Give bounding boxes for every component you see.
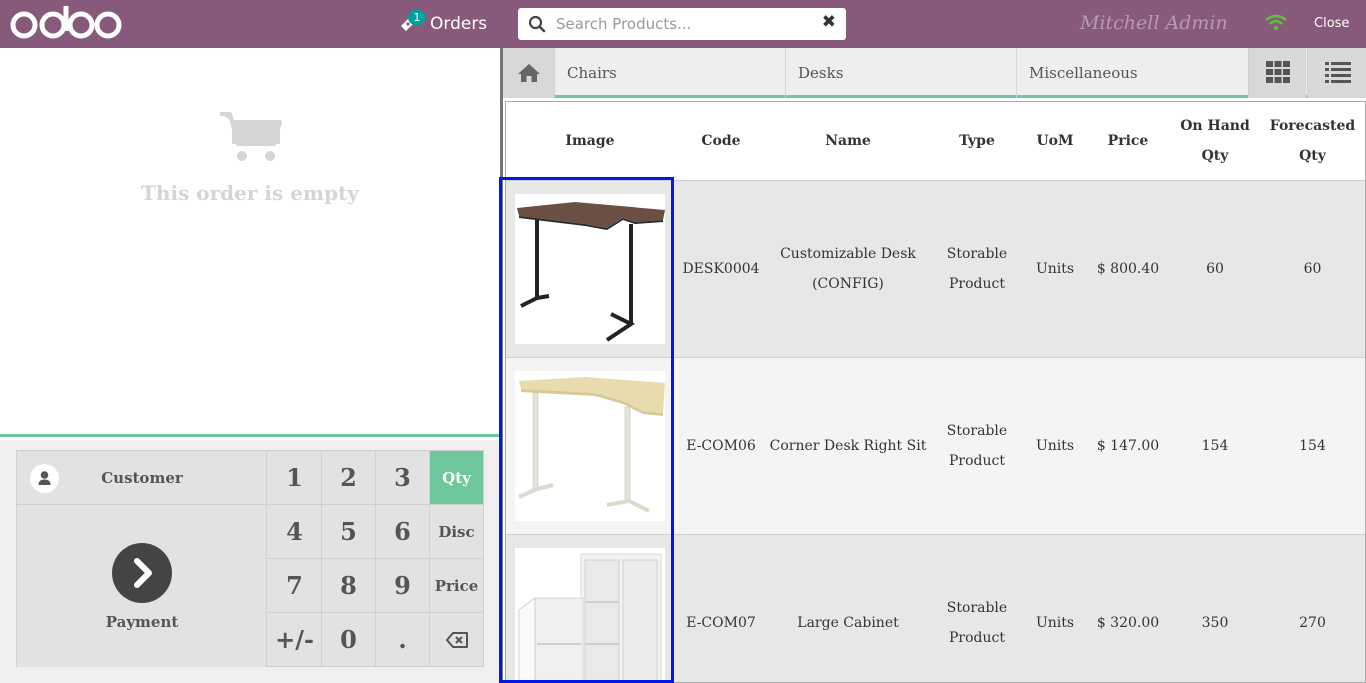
chevron-right-icon bbox=[112, 543, 172, 603]
payment-button[interactable]: Payment bbox=[17, 505, 267, 667]
mode-price-button[interactable]: Price bbox=[430, 559, 484, 613]
order-lines-area: This order is empty bbox=[0, 48, 500, 437]
product-uom: Units bbox=[1026, 534, 1084, 682]
column-header-name: Name bbox=[768, 102, 928, 181]
product-code: E-COM06 bbox=[674, 357, 768, 535]
home-icon bbox=[518, 64, 540, 82]
top-bar: 1 Orders ✖ Mitchell Admin Close bbox=[0, 0, 1366, 48]
list-icon bbox=[1325, 62, 1351, 83]
numpad-key-9[interactable]: 9 bbox=[376, 559, 430, 613]
backspace-icon bbox=[445, 632, 468, 648]
product-price: $ 320.00 bbox=[1084, 534, 1172, 682]
customer-button[interactable]: Customer bbox=[17, 451, 267, 505]
numpad-key-plus-minus[interactable]: +/- bbox=[268, 613, 322, 667]
control-pad-area: Customer Payment 1 2 3 Qty 4 5 6 Disc 7 … bbox=[0, 440, 500, 683]
product-on-hand-qty: 154 bbox=[1172, 357, 1258, 535]
numpad-key-0[interactable]: 0 bbox=[322, 613, 376, 667]
numpad-key-8[interactable]: 8 bbox=[322, 559, 376, 613]
product-name: Customizable Desk (CONFIG) bbox=[768, 180, 928, 358]
numpad-key-5[interactable]: 5 bbox=[322, 505, 376, 559]
category-bar: Chairs Desks Miscellaneous bbox=[503, 48, 1366, 98]
table-row[interactable]: DESK0004 Customizable Desk (CONFIG) Stor… bbox=[506, 180, 1365, 358]
product-type: Storable Product bbox=[928, 357, 1026, 535]
desk-image bbox=[515, 193, 665, 344]
grid-view-button[interactable] bbox=[1248, 48, 1306, 98]
table-header-row: Image Code Name Type UoM Price On Hand Q… bbox=[506, 102, 1365, 181]
home-category-button[interactable] bbox=[503, 48, 555, 98]
odoo-logo bbox=[10, 6, 122, 39]
numpad-key-4[interactable]: 4 bbox=[268, 505, 322, 559]
corner-desk-image bbox=[515, 370, 665, 521]
column-header-forecasted-qty: Forecasted Qty bbox=[1258, 102, 1365, 181]
cabinet-image bbox=[515, 547, 665, 682]
product-search-box: ✖ bbox=[518, 8, 846, 40]
product-image-cell[interactable] bbox=[506, 534, 674, 682]
table-row[interactable]: E-COM07 Large Cabinet Storable Product U… bbox=[506, 534, 1365, 682]
backspace-button[interactable] bbox=[430, 613, 484, 667]
column-header-on-hand-qty: On Hand Qty bbox=[1172, 102, 1258, 181]
numpad-key-7[interactable]: 7 bbox=[268, 559, 322, 613]
search-input[interactable] bbox=[556, 12, 816, 36]
wifi-icon bbox=[1265, 14, 1287, 31]
category-miscellaneous[interactable]: Miscellaneous bbox=[1017, 48, 1248, 98]
column-header-code: Code bbox=[674, 102, 768, 181]
column-header-image: Image bbox=[506, 102, 674, 181]
product-list: Image Code Name Type UoM Price On Hand Q… bbox=[505, 101, 1366, 683]
clear-search-icon[interactable]: ✖ bbox=[822, 12, 836, 32]
orders-count-badge: 1 bbox=[408, 10, 426, 25]
column-header-uom: UoM bbox=[1026, 102, 1084, 181]
product-type: Storable Product bbox=[928, 534, 1026, 682]
payment-label: Payment bbox=[105, 613, 179, 631]
product-code: DESK0004 bbox=[674, 180, 768, 358]
product-type: Storable Product bbox=[928, 180, 1026, 358]
list-view-button[interactable] bbox=[1307, 48, 1366, 98]
product-image-cell[interactable] bbox=[506, 357, 674, 535]
product-image-cell[interactable] bbox=[506, 180, 674, 358]
product-forecasted-qty: 270 bbox=[1258, 534, 1365, 682]
customer-label: Customer bbox=[101, 469, 183, 487]
product-price: $ 147.00 bbox=[1084, 357, 1172, 535]
numpad-key-6[interactable]: 6 bbox=[376, 505, 430, 559]
product-uom: Units bbox=[1026, 180, 1084, 358]
product-code: E-COM07 bbox=[674, 534, 768, 682]
mode-qty-button[interactable]: Qty bbox=[430, 451, 484, 505]
numpad-key-3[interactable]: 3 bbox=[376, 451, 430, 505]
order-pane: This order is empty Customer Payment 1 2… bbox=[0, 48, 500, 683]
products-pane: Chairs Desks Miscellaneous Image Code Na… bbox=[500, 48, 1366, 683]
orders-button[interactable]: 1 Orders bbox=[398, 0, 487, 48]
control-pad: Customer Payment 1 2 3 Qty 4 5 6 Disc 7 … bbox=[16, 450, 484, 667]
cart-icon bbox=[220, 112, 282, 161]
mode-disc-button[interactable]: Disc bbox=[430, 505, 484, 559]
product-price: $ 800.40 bbox=[1084, 180, 1172, 358]
column-header-type: Type bbox=[928, 102, 1026, 181]
numpad-key-dot[interactable]: . bbox=[376, 613, 430, 667]
product-on-hand-qty: 60 bbox=[1172, 180, 1258, 358]
category-desks[interactable]: Desks bbox=[786, 48, 1017, 98]
product-name: Corner Desk Right Sit bbox=[768, 357, 928, 535]
table-row[interactable]: E-COM06 Corner Desk Right Sit Storable P… bbox=[506, 357, 1365, 535]
category-chairs[interactable]: Chairs bbox=[555, 48, 786, 98]
column-header-price: Price bbox=[1084, 102, 1172, 181]
product-forecasted-qty: 154 bbox=[1258, 357, 1365, 535]
orders-label: Orders bbox=[430, 14, 488, 34]
product-name: Large Cabinet bbox=[768, 534, 928, 682]
empty-order-message: This order is empty bbox=[141, 181, 359, 205]
product-on-hand-qty: 350 bbox=[1172, 534, 1258, 682]
product-table: Image Code Name Type UoM Price On Hand Q… bbox=[506, 102, 1365, 682]
product-uom: Units bbox=[1026, 357, 1084, 535]
numpad-key-1[interactable]: 1 bbox=[268, 451, 322, 505]
user-name: Mitchell Admin bbox=[1080, 12, 1228, 34]
product-forecasted-qty: 60 bbox=[1258, 180, 1365, 358]
grid-icon bbox=[1266, 61, 1290, 83]
search-icon bbox=[528, 15, 546, 33]
numpad-key-2[interactable]: 2 bbox=[322, 451, 376, 505]
close-button[interactable]: Close bbox=[1314, 16, 1349, 31]
